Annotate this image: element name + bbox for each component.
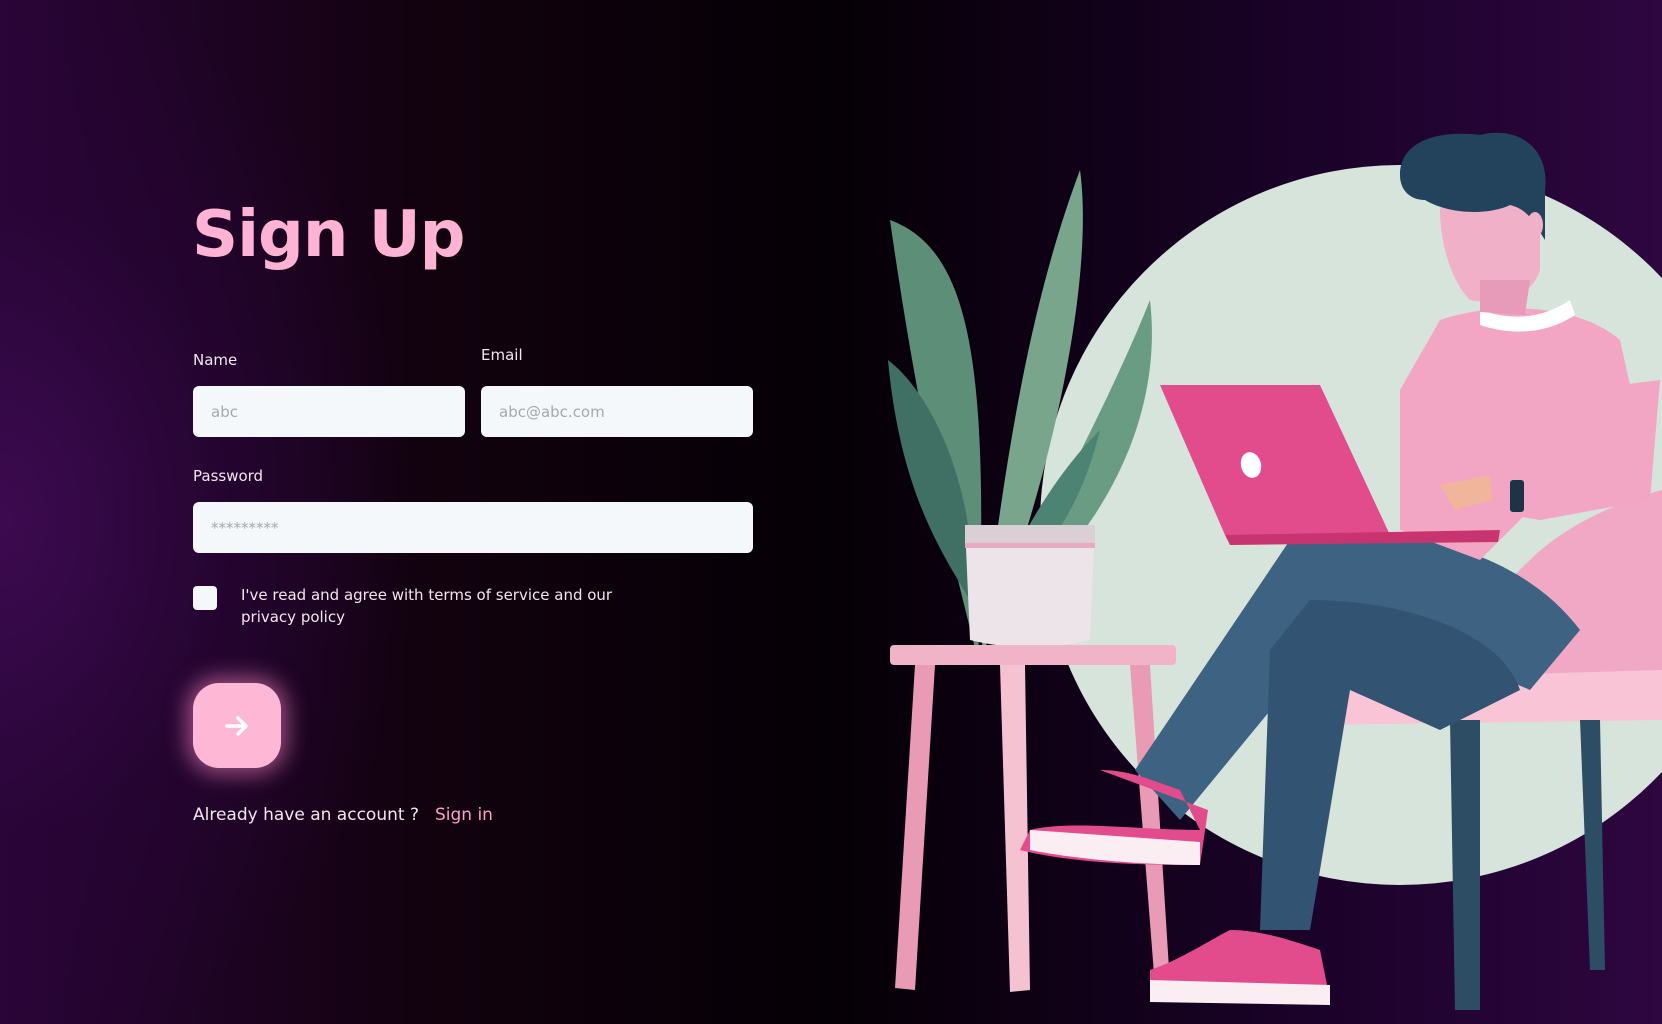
email-input[interactable] (481, 386, 753, 437)
password-input[interactable] (193, 502, 753, 553)
name-label: Name (193, 351, 238, 369)
signin-link[interactable]: Sign in (435, 805, 493, 825)
terms-text: I've read and agree with terms of servic… (241, 586, 613, 626)
page-title: Sign Up (192, 198, 465, 272)
terms-checkbox[interactable] (193, 586, 217, 610)
signin-prompt-row: Already have an account ? Sign in (193, 805, 493, 825)
password-label: Password (193, 467, 264, 485)
person-with-laptop-illustration (888, 132, 1662, 1010)
signin-prompt: Already have an account ? (193, 805, 419, 825)
arrow-right-icon (225, 715, 248, 736)
email-label: Email (481, 346, 523, 364)
name-input[interactable] (193, 386, 465, 437)
submit-button[interactable] (193, 683, 281, 768)
